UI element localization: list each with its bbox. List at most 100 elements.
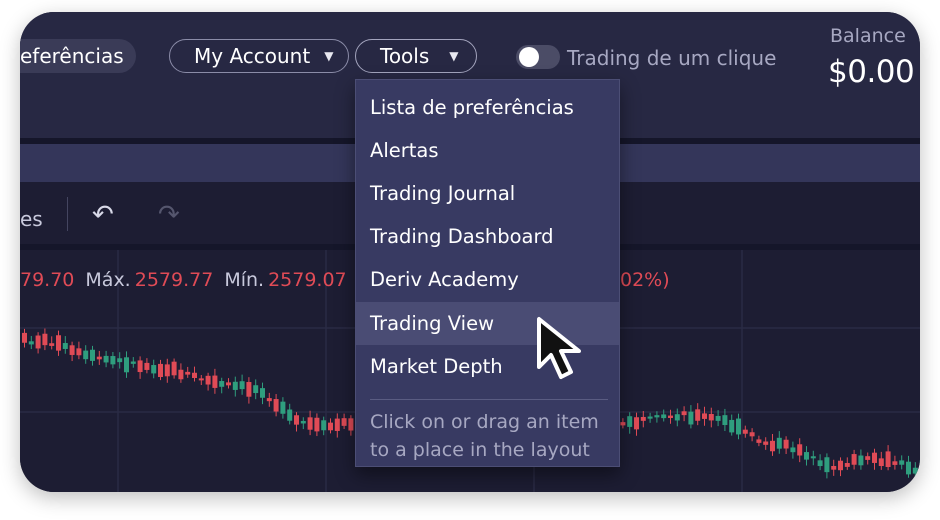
candle: [885, 451, 891, 468]
my-account-button[interactable]: My Account ▼: [169, 39, 349, 73]
candle: [817, 460, 823, 467]
candle: [62, 343, 68, 349]
candle: [226, 382, 231, 386]
candle: [831, 465, 837, 470]
candle: [729, 419, 735, 433]
candle: [668, 415, 673, 418]
candle: [790, 447, 796, 453]
candle: [681, 411, 687, 416]
candle: [736, 418, 741, 435]
candle: [164, 364, 170, 377]
ohlc-open-value: 79.70: [20, 269, 75, 291]
app-window: eferências My Account ▼ Tools ▼ Trading …: [20, 12, 920, 492]
candle: [307, 417, 313, 430]
candle: [28, 341, 34, 345]
candle: [851, 454, 857, 465]
tab-preferences-label: eferências: [20, 44, 124, 68]
candle: [35, 335, 41, 349]
candle: [844, 463, 850, 467]
candle: [294, 415, 299, 425]
candle: [776, 437, 782, 449]
candle: [722, 415, 728, 426]
menu-item-lista-de-preferencias[interactable]: Lista de preferências: [356, 86, 619, 129]
candle: [56, 335, 61, 351]
undo-icon[interactable]: ↶: [92, 200, 114, 230]
ohlc-low-label: Mín.: [224, 269, 265, 291]
my-account-label: My Account: [194, 44, 311, 68]
candle: [130, 361, 136, 364]
menu-item-trading-journal[interactable]: Trading Journal: [356, 172, 619, 215]
candle: [232, 381, 238, 390]
candle: [708, 413, 714, 421]
candle: [695, 409, 701, 421]
candle: [749, 432, 755, 437]
candle: [198, 378, 204, 381]
menu-item-trading-dashboard[interactable]: Trading Dashboard: [356, 215, 619, 258]
candle: [858, 455, 864, 466]
candle: [804, 452, 809, 460]
candle: [151, 365, 157, 374]
candle: [348, 418, 354, 431]
menu-item-alertas[interactable]: Alertas: [356, 129, 619, 172]
ohlc-change-percent: 02%): [620, 269, 670, 291]
candle: [334, 418, 340, 431]
candle: [640, 416, 646, 421]
candle: [674, 414, 680, 421]
ohlc-legend: 79.70 Máx. 2579.77 Mín. 2579.07: [20, 269, 347, 291]
one-click-trading-toggle[interactable]: [516, 45, 560, 69]
candle: [620, 422, 626, 426]
menu-hint-text: Click on or drag an item to a place in t…: [370, 411, 599, 461]
candle: [287, 409, 293, 421]
candle: [872, 452, 877, 463]
candle: [117, 358, 123, 363]
candle: [253, 385, 259, 394]
candle: [742, 429, 748, 434]
one-click-trading-label: Trading de um clique: [567, 46, 777, 70]
chevron-down-icon: ▼: [324, 49, 334, 63]
candle: [185, 371, 191, 375]
candle: [273, 399, 279, 412]
candle: [280, 401, 286, 414]
candle: [103, 355, 109, 363]
candle: [178, 369, 184, 380]
candle: [42, 333, 48, 346]
candle: [158, 363, 163, 378]
candle: [756, 439, 762, 443]
candle: [906, 461, 911, 475]
candle: [810, 456, 816, 459]
redo-icon[interactable]: ↷: [158, 200, 180, 230]
mouse-pointer-icon: [537, 317, 581, 379]
candle: [770, 440, 775, 452]
candle: [96, 356, 102, 360]
candle: [171, 361, 177, 376]
ohlc-high-label: Máx.: [85, 269, 131, 291]
candle: [110, 356, 116, 365]
chart-toolbar-label[interactable]: es: [20, 207, 43, 231]
balance-value: $0.00: [828, 54, 915, 90]
candle: [328, 422, 333, 431]
tab-preferences[interactable]: eferências: [20, 39, 136, 73]
candle: [260, 388, 265, 398]
candle: [783, 439, 789, 449]
candle: [266, 398, 272, 402]
candle: [192, 372, 197, 378]
candle: [797, 444, 803, 456]
candle: [892, 461, 898, 465]
candle: [341, 418, 347, 426]
candle: [899, 460, 905, 465]
candle: [246, 382, 252, 397]
candle: [49, 343, 55, 346]
chevron-down-icon: ▼: [449, 49, 459, 63]
menu-item-deriv-academy[interactable]: Deriv Academy: [356, 258, 619, 301]
candle: [69, 345, 75, 355]
candle: [715, 415, 721, 421]
toggle-knob: [519, 47, 539, 67]
candle: [321, 420, 327, 431]
candle: [634, 417, 639, 430]
candle: [661, 414, 667, 419]
tools-button[interactable]: Tools ▼: [355, 39, 477, 73]
tools-label: Tools: [380, 44, 430, 68]
candle: [702, 413, 707, 419]
candle: [219, 381, 225, 387]
candle: [83, 350, 89, 360]
